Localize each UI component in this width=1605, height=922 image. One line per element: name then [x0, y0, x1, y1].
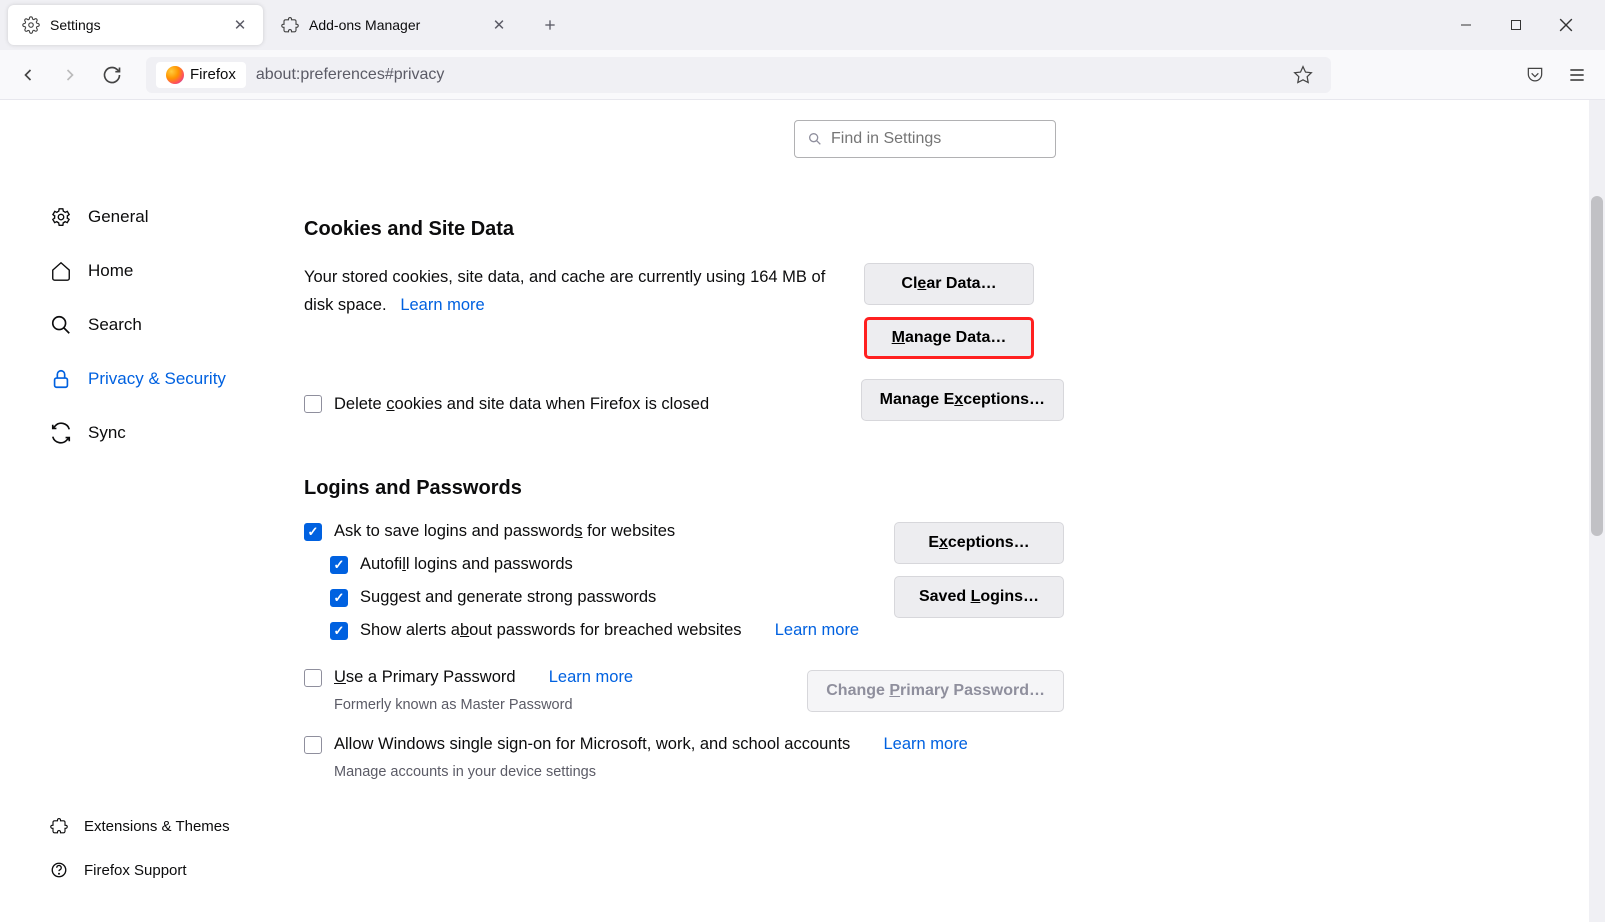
scrollbar[interactable] [1589, 100, 1605, 922]
learn-more-link[interactable]: Learn more [775, 621, 859, 640]
home-icon [50, 260, 72, 282]
sidebar-item-privacy[interactable]: Privacy & Security [50, 352, 264, 406]
exceptions-button[interactable]: Exceptions… [894, 522, 1064, 564]
sidebar-item-label: Sync [88, 423, 126, 443]
forward-button[interactable] [52, 57, 88, 93]
delete-on-close-checkbox[interactable] [304, 395, 322, 413]
section-heading: Logins and Passwords [304, 477, 1064, 500]
clear-data-button[interactable]: Clear Data… [864, 263, 1034, 305]
learn-more-link[interactable]: Learn more [400, 296, 484, 314]
close-icon[interactable]: ✕ [490, 16, 508, 34]
new-tab-button[interactable] [534, 9, 566, 41]
section-heading: Cookies and Site Data [304, 218, 1064, 241]
sidebar-item-label: Search [88, 315, 142, 335]
sidebar-item-extensions[interactable]: Extensions & Themes [50, 804, 264, 848]
saved-logins-button[interactable]: Saved Logins… [894, 576, 1064, 618]
back-button[interactable] [10, 57, 46, 93]
checkbox-label: Use a Primary Password [334, 668, 516, 687]
gear-icon [22, 16, 40, 34]
bookmark-star-icon[interactable] [1285, 57, 1321, 93]
scrollbar-thumb[interactable] [1591, 196, 1603, 536]
section-desc: Your stored cookies, site data, and cach… [304, 263, 844, 319]
site-identity[interactable]: Firefox [156, 62, 246, 88]
maximize-button[interactable] [1505, 14, 1527, 36]
primary-password-note: Formerly known as Master Password [334, 697, 787, 713]
ask-save-checkbox[interactable] [304, 523, 322, 541]
close-window-button[interactable] [1555, 14, 1577, 36]
pocket-icon[interactable] [1517, 57, 1553, 93]
learn-more-link[interactable]: Learn more [883, 735, 967, 754]
nav-bar: Firefox about:preferences#privacy [0, 50, 1605, 100]
sync-icon [50, 422, 72, 444]
breach-alerts-checkbox[interactable] [330, 622, 348, 640]
sidebar-item-sync[interactable]: Sync [50, 406, 264, 460]
puzzle-icon [50, 817, 68, 835]
manage-data-button[interactable]: Manage Data… [864, 317, 1034, 359]
close-icon[interactable]: ✕ [231, 16, 249, 34]
manage-exceptions-button[interactable]: Manage Exceptions… [861, 379, 1064, 421]
logins-section: Logins and Passwords Ask to save logins … [304, 477, 1064, 780]
reload-button[interactable] [94, 57, 130, 93]
autofill-checkbox[interactable] [330, 556, 348, 574]
url-bar[interactable]: Firefox about:preferences#privacy [146, 57, 1331, 93]
gear-icon [50, 206, 72, 228]
sidebar-item-home[interactable]: Home [50, 244, 264, 298]
checkbox-label: Show alerts about passwords for breached… [360, 621, 742, 640]
checkbox-label: Allow Windows single sign-on for Microso… [334, 735, 850, 754]
window-controls [1455, 14, 1597, 36]
search-settings-input[interactable] [794, 120, 1056, 158]
sidebar-item-search[interactable]: Search [50, 298, 264, 352]
help-icon [50, 861, 68, 879]
firefox-logo-icon [166, 66, 184, 84]
windows-sso-checkbox[interactable] [304, 736, 322, 754]
sidebar-item-label: General [88, 207, 148, 227]
search-icon [807, 131, 823, 147]
primary-password-checkbox[interactable] [304, 669, 322, 687]
hamburger-menu-icon[interactable] [1559, 57, 1595, 93]
checkbox-label: Suggest and generate strong passwords [360, 588, 656, 607]
search-icon [50, 314, 72, 336]
tab-bar: Settings ✕ Add-ons Manager ✕ [0, 0, 1605, 50]
tab-title: Settings [50, 17, 221, 33]
suggest-passwords-checkbox[interactable] [330, 589, 348, 607]
sidebar-item-label: Home [88, 261, 133, 281]
sidebar-item-general[interactable]: General [50, 190, 264, 244]
sidebar-item-support[interactable]: Firefox Support [50, 848, 264, 892]
url-text: about:preferences#privacy [256, 66, 445, 84]
settings-main: Cookies and Site Data Your stored cookie… [264, 100, 1605, 922]
sidebar-item-label: Privacy & Security [88, 369, 226, 389]
settings-sidebar: General Home Search Privacy & Security S… [0, 100, 264, 922]
change-primary-password-button[interactable]: Change Primary Password… [807, 670, 1064, 712]
checkbox-label: Delete cookies and site data when Firefo… [334, 395, 709, 414]
sso-note: Manage accounts in your device settings [334, 764, 1064, 780]
search-input-field[interactable] [831, 130, 1043, 148]
learn-more-link[interactable]: Learn more [549, 668, 633, 687]
tab-settings[interactable]: Settings ✕ [8, 5, 263, 45]
checkbox-label: Ask to save logins and passwords for web… [334, 522, 675, 541]
tab-addons[interactable]: Add-ons Manager ✕ [267, 5, 522, 45]
sidebar-item-label: Firefox Support [84, 862, 187, 879]
lock-icon [50, 368, 72, 390]
tab-title: Add-ons Manager [309, 17, 480, 33]
sidebar-item-label: Extensions & Themes [84, 818, 230, 835]
minimize-button[interactable] [1455, 14, 1477, 36]
cookies-section: Cookies and Site Data Your stored cookie… [304, 218, 1064, 421]
puzzle-icon [281, 16, 299, 34]
identity-label: Firefox [190, 66, 236, 83]
checkbox-label: Autofill logins and passwords [360, 555, 573, 574]
